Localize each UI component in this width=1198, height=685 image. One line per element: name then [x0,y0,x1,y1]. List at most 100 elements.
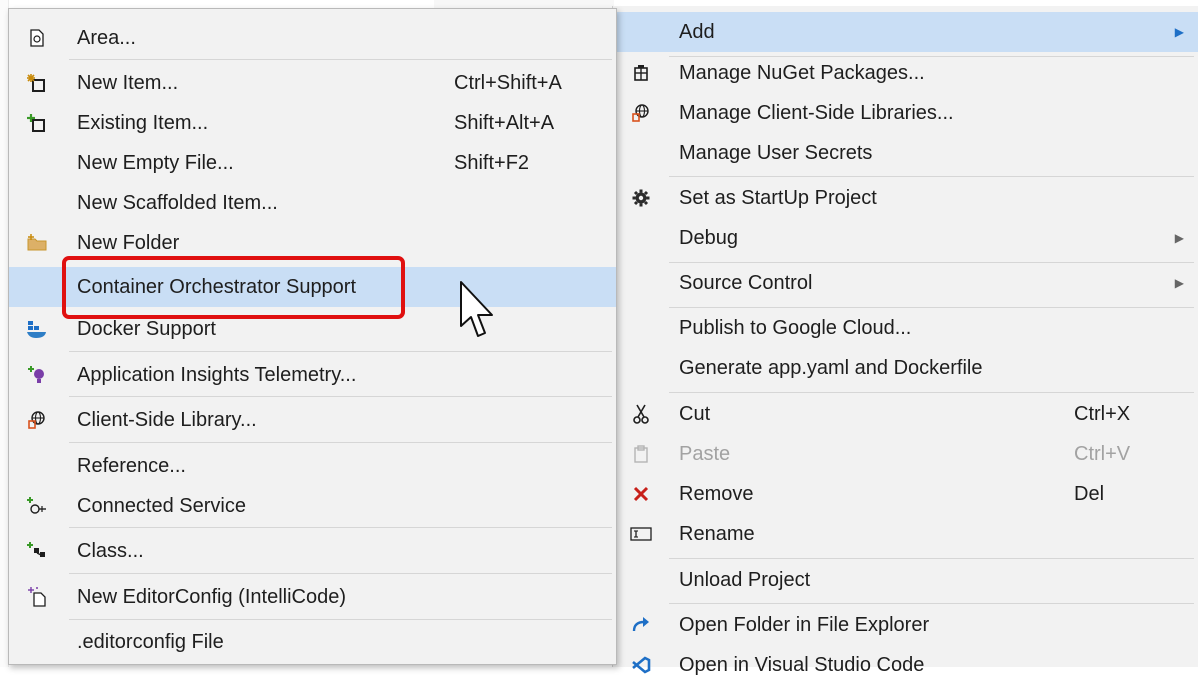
shortcut-text: Shift+F2 [454,152,530,174]
separator [69,573,612,574]
mouse-pointer-icon [458,280,496,345]
menu-item-new-scaffolded-item[interactable]: New Scaffolded Item... [9,183,616,223]
menu-item-client-side-library[interactable]: Client-Side Library... [9,400,616,440]
separator [669,558,1194,559]
project-context-menu: Add ▶ Manage NuGet Packages... Manage Cl… [612,6,1198,676]
menu-item-label: Reference... [77,455,186,477]
highlight-callout-box [62,256,405,319]
class-icon [9,531,65,571]
separator [669,603,1194,604]
add-submenu: Area... New Item... Ctrl+Shift+A Existin… [8,8,617,665]
open-folder-icon [613,605,669,645]
separator [69,527,612,528]
menu-item-label: Debug [679,227,738,249]
nuget-icon [613,53,669,93]
editorconfig-icon [9,577,65,617]
menu-item-label: Class... [77,540,144,562]
client-library-icon [613,93,669,133]
menu-item-label: New Empty File... [77,152,234,174]
menu-item-label: .editorconfig File [77,631,224,653]
menu-item-manage-user-secrets[interactable]: Manage User Secrets [613,133,1198,173]
new-item-icon [9,63,65,103]
menu-item-publish-google-cloud[interactable]: Publish to Google Cloud... [613,308,1198,348]
menu-item-label: Set as StartUp Project [679,187,877,209]
new-folder-icon [9,223,65,263]
area-icon [9,18,65,58]
menu-item-label: Area... [77,27,136,49]
menu-item-label: New Scaffolded Item... [77,192,278,214]
separator [69,351,612,352]
menu-item-rename[interactable]: Rename [613,514,1198,554]
separator [69,442,612,443]
connected-service-icon [9,486,65,526]
existing-item-icon [9,103,65,143]
menu-item-label: Add [679,21,715,43]
menu-item-cut[interactable]: Cut Ctrl+X [613,394,1198,434]
client-library-icon [9,400,65,440]
menu-item-label: New EditorConfig (IntelliCode) [77,586,347,608]
separator [669,392,1194,393]
separator [669,176,1194,177]
gear-icon [613,178,669,218]
menu-item-remove[interactable]: Remove Del [613,474,1198,514]
menu-item-manage-client-libraries[interactable]: Manage Client-Side Libraries... [613,93,1198,133]
menu-item-add[interactable]: Add ▶ [613,12,1198,52]
menu-item-editorconfig-file[interactable]: .editorconfig File [9,622,616,662]
menu-item-label: Application Insights Telemetry... [77,364,357,386]
menu-item-label: Open Folder in File Explorer [679,614,930,636]
menu-item-label: Manage NuGet Packages... [679,62,925,84]
rename-icon [613,514,669,554]
menu-item-label: Remove [679,483,754,505]
menu-item-connected-service[interactable]: Connected Service [9,486,616,526]
menu-item-open-folder[interactable]: Open Folder in File Explorer [613,605,1198,645]
shortcut-text: Del [1074,483,1105,505]
app-insights-icon [9,355,65,395]
menu-item-generate-app-yaml[interactable]: Generate app.yaml and Dockerfile [613,348,1198,388]
menu-item-app-insights[interactable]: Application Insights Telemetry... [9,355,616,395]
menu-item-open-vscode[interactable]: Open in Visual Studio Code [613,645,1198,685]
paste-icon [613,434,669,474]
menu-item-source-control[interactable]: Source Control ▶ [613,263,1198,303]
menu-item-reference[interactable]: Reference... [9,446,616,486]
menu-item-label: Open in Visual Studio Code [679,654,925,676]
menu-item-label: Publish to Google Cloud... [679,317,912,339]
scissors-icon [613,394,669,434]
menu-item-label: Cut [679,403,711,425]
vscode-icon [613,645,669,685]
menu-item-new-editorconfig-intellicode[interactable]: New EditorConfig (IntelliCode) [9,577,616,617]
submenu-arrow-icon: ▶ [1174,25,1184,39]
shortcut-text: Ctrl+V [1074,443,1131,465]
menu-item-label: Paste [679,443,731,465]
menu-item-label: Manage Client-Side Libraries... [679,102,954,124]
menu-item-label: Generate app.yaml and Dockerfile [679,357,983,379]
menu-item-class[interactable]: Class... [9,531,616,571]
submenu-arrow-icon: ▶ [1174,276,1184,290]
shortcut-text: Shift+Alt+A [454,112,555,134]
menu-item-area[interactable]: Area... [9,18,616,58]
menu-item-debug[interactable]: Debug ▶ [613,218,1198,258]
menu-item-existing-item[interactable]: Existing Item... Shift+Alt+A [9,103,616,143]
menu-item-label: Existing Item... [77,112,209,134]
background-top-strip [434,0,614,8]
menu-item-label: Rename [679,523,755,545]
docker-icon [9,309,65,349]
remove-icon [613,474,669,514]
menu-item-paste[interactable]: Paste Ctrl+V [613,434,1198,474]
submenu-arrow-icon: ▶ [1174,231,1184,245]
shortcut-text: Ctrl+X [1074,403,1131,425]
menu-item-manage-nuget[interactable]: Manage NuGet Packages... [613,53,1198,93]
shortcut-text: Ctrl+Shift+A [454,72,562,94]
menu-item-label: Unload Project [679,569,811,591]
menu-item-label: Client-Side Library... [77,409,257,431]
menu-item-label: Connected Service [77,495,246,517]
separator [69,396,612,397]
menu-item-new-empty-file[interactable]: New Empty File... Shift+F2 [9,143,616,183]
menu-item-unload-project[interactable]: Unload Project [613,560,1198,600]
menu-item-label: Manage User Secrets [679,142,873,164]
menu-item-label: Source Control [679,272,813,294]
menu-item-set-startup[interactable]: Set as StartUp Project [613,178,1198,218]
menu-item-new-item[interactable]: New Item... Ctrl+Shift+A [9,63,616,103]
separator [69,619,612,620]
menu-item-label: New Item... [77,72,179,94]
separator [69,59,612,60]
